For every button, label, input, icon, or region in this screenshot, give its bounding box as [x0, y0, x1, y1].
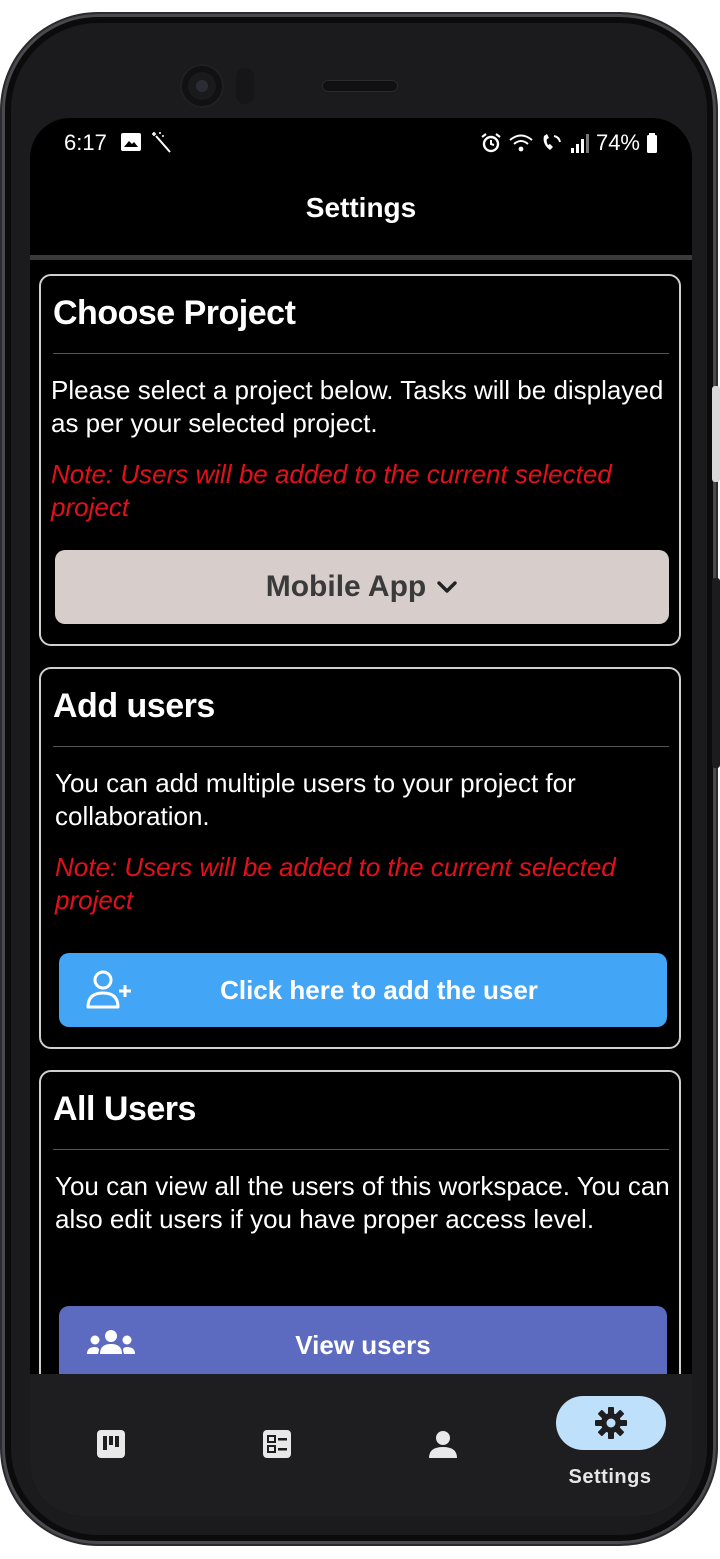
power-button: [712, 578, 720, 768]
tasks-icon: [261, 1428, 293, 1465]
phone-frame: 6:17 74% Settings Choose Project Please …: [2, 14, 716, 1544]
gallery-icon: [121, 133, 141, 151]
wifi-icon: [509, 134, 533, 152]
add-users-note: Note: Users will be added to the current…: [55, 852, 616, 915]
gear-icon: [594, 1406, 628, 1445]
status-left-icons: [120, 130, 174, 154]
page-title: Settings: [305, 192, 417, 223]
choose-project-title: Choose Project: [53, 294, 296, 332]
all-users-description: You can view all the users of this works…: [55, 1171, 670, 1234]
nav-item-settings[interactable]: [556, 1396, 666, 1450]
add-user-button-label: Click here to add the user: [220, 975, 538, 1005]
all-users-title: All Users: [53, 1090, 196, 1128]
board-icon: [95, 1428, 127, 1465]
magic-wand-icon: [152, 132, 171, 153]
status-right-icons: 74%: [480, 130, 658, 156]
card-divider: [53, 353, 669, 354]
front-camera: [182, 66, 222, 106]
wifi-calling-icon: [543, 134, 561, 150]
battery-icon: [647, 133, 657, 153]
nav-item-tasks[interactable]: [222, 1374, 332, 1516]
view-users-button-label: View users: [295, 1330, 431, 1360]
add-users-card: Add users You can add multiple users to …: [39, 667, 681, 1049]
status-bar: 6:17 74%: [30, 118, 692, 168]
choose-project-card: Choose Project Please select a project b…: [39, 274, 681, 646]
card-divider: [53, 746, 669, 747]
choose-project-description: Please select a project below. Tasks wil…: [51, 375, 664, 438]
project-select-dropdown[interactable]: Mobile App: [55, 550, 669, 624]
proximity-sensor: [236, 68, 254, 104]
volume-button: [712, 386, 720, 482]
add-user-button[interactable]: Click here to add the user: [59, 953, 667, 1027]
alarm-icon: [481, 133, 501, 153]
selected-project-label: Mobile App: [265, 570, 427, 603]
card-divider: [53, 1149, 669, 1150]
earpiece-speaker: [322, 80, 398, 92]
nav-item-board[interactable]: [56, 1374, 166, 1516]
chevron-down-icon: [437, 581, 457, 593]
add-users-title: Add users: [53, 687, 215, 725]
choose-project-note: Note: Users will be added to the current…: [51, 459, 612, 522]
nav-item-profile[interactable]: [388, 1374, 498, 1516]
signal-icon: [570, 134, 589, 153]
header-divider: [30, 255, 692, 260]
person-icon: [427, 1428, 459, 1465]
status-time: 6:17: [64, 130, 107, 155]
battery-percent: 74%: [595, 130, 640, 155]
add-users-description: You can add multiple users to your proje…: [55, 768, 576, 831]
app-screen: 6:17 74% Settings Choose Project Please …: [30, 118, 692, 1516]
bottom-navigation: Settings: [30, 1374, 692, 1516]
nav-label-settings: Settings: [568, 1466, 652, 1488]
